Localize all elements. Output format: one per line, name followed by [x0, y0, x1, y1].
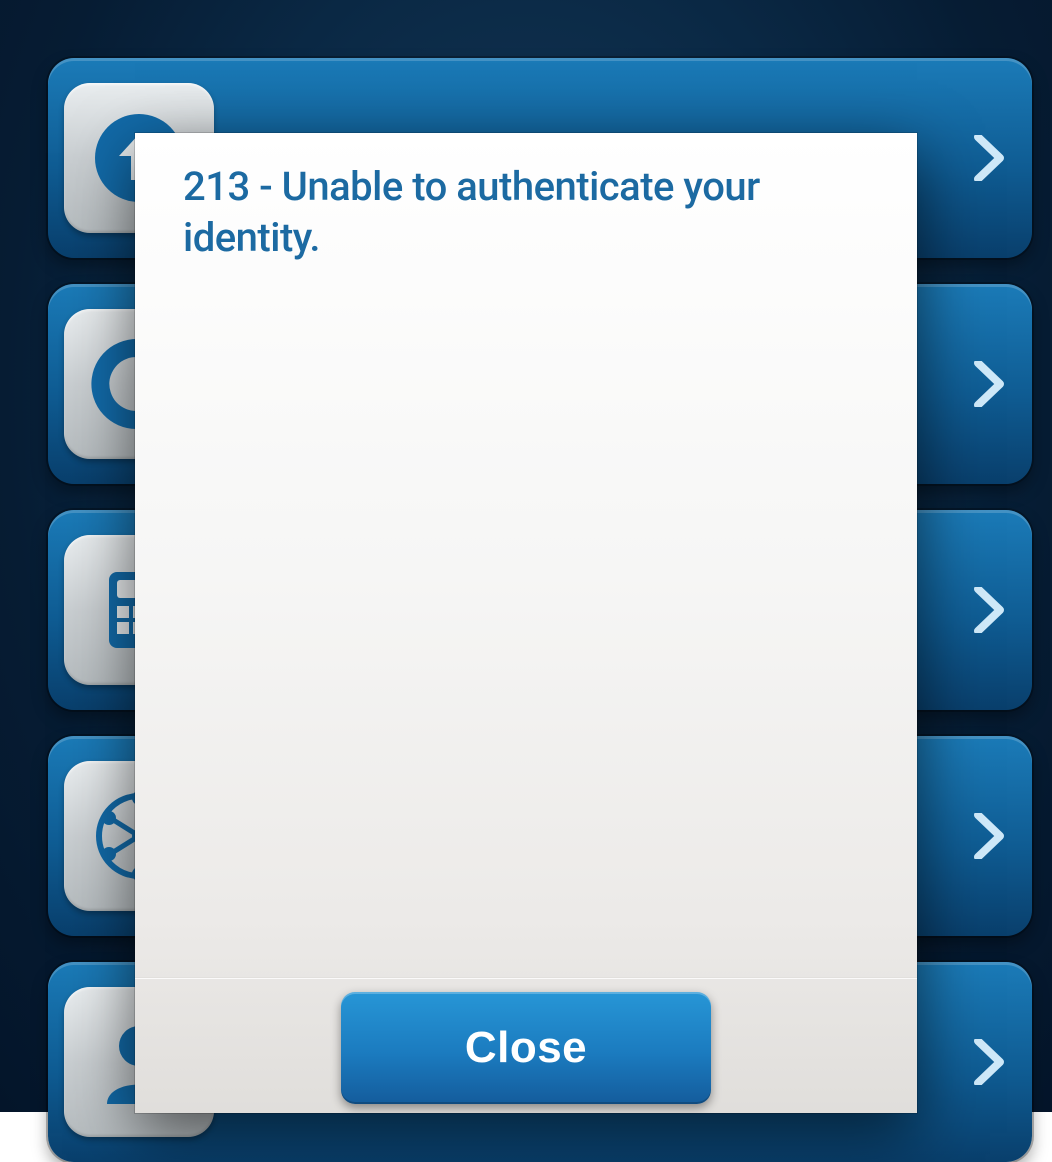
chevron-right-icon	[972, 135, 1004, 181]
dialog-body	[135, 263, 917, 977]
dialog-actions: Close	[135, 977, 917, 1113]
chevron-right-icon	[972, 587, 1004, 633]
dialog-title: 213 - Unable to authenticate your identi…	[135, 133, 917, 263]
error-dialog: 213 - Unable to authenticate your identi…	[135, 133, 917, 1113]
chevron-right-icon	[972, 1039, 1004, 1085]
modal-overlay: 213 - Unable to authenticate your identi…	[0, 0, 1052, 1112]
chevron-right-icon	[972, 813, 1004, 859]
close-button[interactable]: Close	[341, 992, 711, 1104]
chevron-right-icon	[972, 361, 1004, 407]
